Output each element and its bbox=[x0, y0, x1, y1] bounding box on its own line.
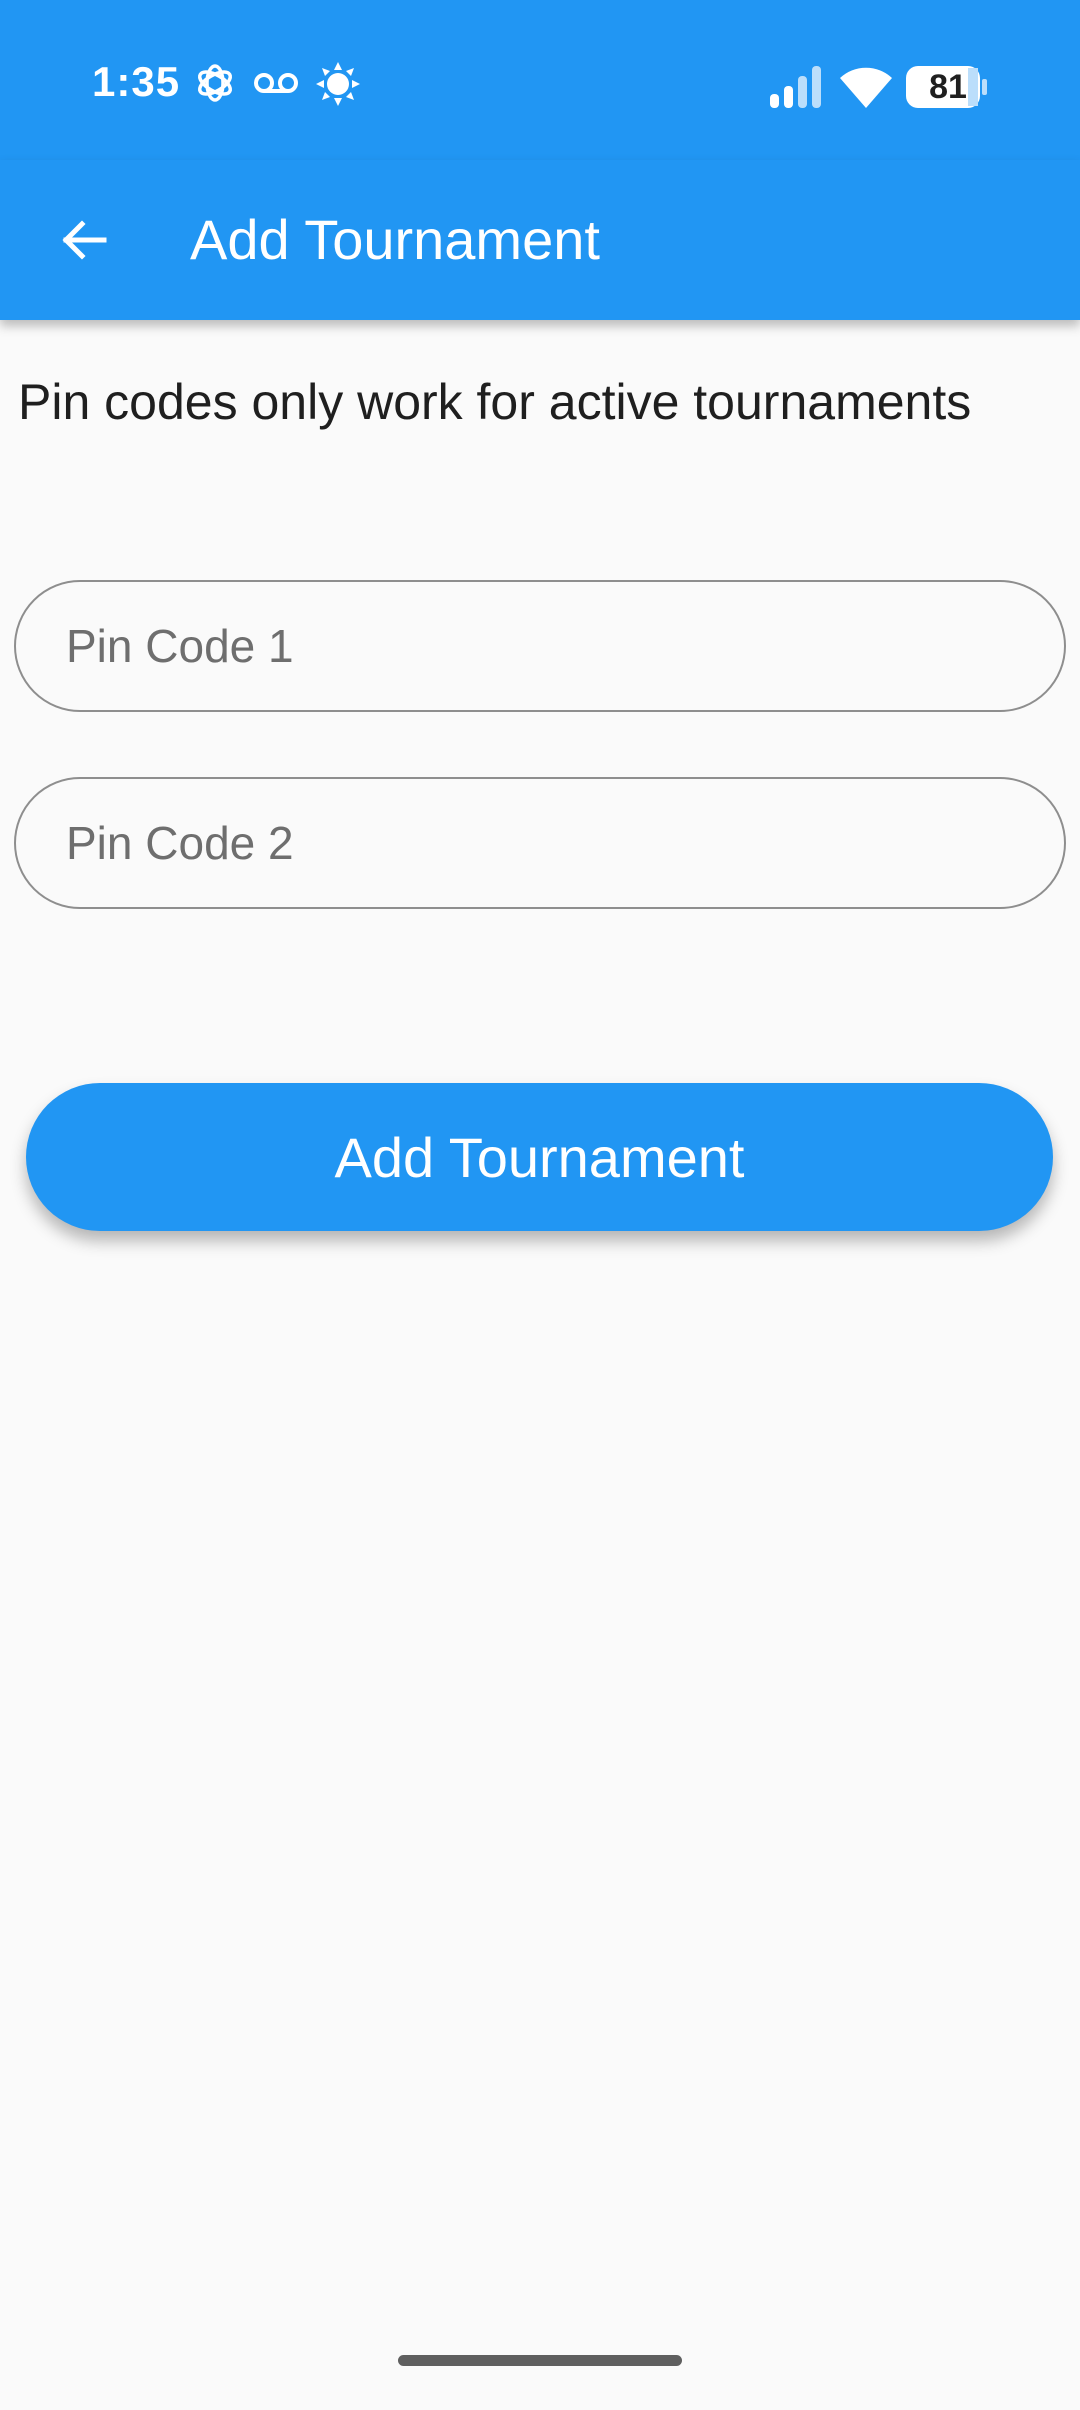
battery-level: 81 bbox=[929, 68, 967, 106]
app-bar: Add Tournament bbox=[0, 160, 1080, 320]
add-tournament-button[interactable]: Add Tournament bbox=[26, 1083, 1053, 1231]
signal-icon bbox=[768, 66, 822, 113]
wifi-icon bbox=[840, 64, 892, 113]
home-indicator[interactable] bbox=[398, 2355, 682, 2366]
pin-code-1-input[interactable] bbox=[14, 580, 1066, 712]
openai-icon bbox=[194, 62, 236, 109]
voicemail-icon bbox=[254, 70, 298, 101]
status-bar: 1:35 81 bbox=[0, 0, 1080, 160]
pin-code-2-input[interactable] bbox=[14, 777, 1066, 909]
status-time: 1:35 bbox=[92, 58, 181, 105]
pin-info-text: Pin codes only work for active tournamen… bbox=[18, 374, 972, 430]
back-button[interactable] bbox=[36, 192, 132, 288]
arrow-left-icon bbox=[60, 220, 108, 260]
page-title: Add Tournament bbox=[190, 208, 600, 271]
brightness-icon bbox=[316, 62, 360, 111]
